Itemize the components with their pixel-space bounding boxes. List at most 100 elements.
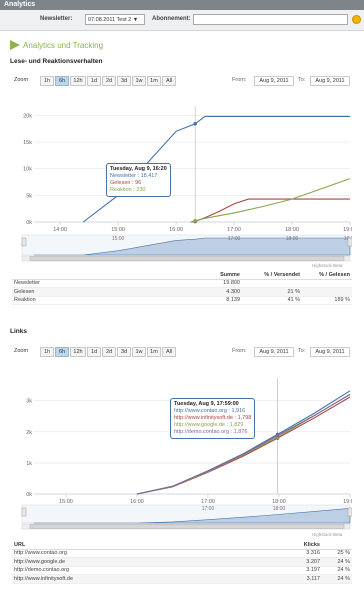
series-line[interactable] xyxy=(190,198,350,223)
zoom-controls-reading: Zoom 1h 6h 12h 1d 2d 3d 1w 1m All From: Aug 9, 2… xyxy=(14,76,354,86)
page-heading: Analytics und Tracking xyxy=(10,39,103,52)
col-header xyxy=(322,541,352,550)
tooltip-line: http://demo.contao.org : 1,876 xyxy=(174,429,248,435)
section-links-title: Links xyxy=(10,328,27,335)
zoom-button-1m[interactable]: 1m xyxy=(147,347,161,357)
tooltip-title: Tuesday, Aug 9, 17:59:00 xyxy=(174,401,239,407)
arrow-right-icon xyxy=(10,39,20,50)
navigator-handle[interactable] xyxy=(21,237,27,247)
cell-pct: 25 % xyxy=(322,549,352,558)
y-tick-label: 20k xyxy=(23,113,32,119)
navigator-tick-label: 18:00 xyxy=(273,506,286,512)
x-tick-label: 16:00 xyxy=(169,227,183,233)
chart-tooltip-links: Tuesday, Aug 9, 17:59:00 http://www.cont… xyxy=(170,398,256,439)
navigator-handle[interactable] xyxy=(21,507,27,517)
from-date-input[interactable]: Aug 9, 2011 xyxy=(254,347,294,357)
zoom-button-1h[interactable]: 1h xyxy=(40,76,54,86)
cell-pct-read: 189 % xyxy=(302,296,352,305)
table-row: http://demo.contao.org 3.197 24 % xyxy=(12,566,352,575)
cell-pct-sent: 41 % xyxy=(242,296,302,305)
x-tick-label: 14:00 xyxy=(53,227,67,233)
series-line[interactable] xyxy=(190,178,351,223)
tooltip-title: Tuesday, Aug 9, 16:20 xyxy=(110,166,167,172)
navigator-tick-label: 15:00 xyxy=(112,236,125,242)
zoom-button-All[interactable]: All xyxy=(162,347,176,357)
zoom-button-3d[interactable]: 3d xyxy=(117,76,131,86)
navigator-tick-label: 18:00 xyxy=(286,236,299,242)
zoom-button-1m[interactable]: 1m xyxy=(147,76,161,86)
cell-pct-read xyxy=(302,279,352,288)
cell-clicks: 3.316 xyxy=(262,549,322,558)
y-tick-label: 5k xyxy=(26,193,32,199)
tooltip-line: http://www.contao.org : 1,916 xyxy=(174,408,246,414)
data-point-marker xyxy=(193,121,197,126)
scrollbar-thumb[interactable] xyxy=(29,256,345,261)
zoom-button-6h[interactable]: 6h xyxy=(55,347,69,357)
chart-svg: 0k 5k 10k 15k 20k 14:00 15:00 16:00 17:00 18:00 19… xyxy=(21,106,352,262)
table-row: Gelesen 4.300 21 % xyxy=(12,287,352,297)
cell-url[interactable]: http://demo.contao.org xyxy=(12,566,262,575)
col-header xyxy=(12,271,182,280)
col-header: Klicks xyxy=(262,541,322,550)
col-header: Summe xyxy=(182,271,242,280)
cell-pct-read xyxy=(302,287,352,297)
subscription-label: Abonnement: xyxy=(152,16,191,22)
from-date-input[interactable]: Aug 9, 2011 xyxy=(254,76,294,86)
refresh-icon[interactable] xyxy=(352,15,361,24)
x-tick-label: 18:00 xyxy=(272,499,286,505)
to-label: To: xyxy=(298,77,306,83)
chart-tooltip-reading: Tuesday, Aug 9, 16:20 Newsletter : 18,41… xyxy=(106,163,171,197)
zoom-button-1d[interactable]: 1d xyxy=(87,347,101,357)
links-chart[interactable]: 0k 1k 2k 3k 15:00 16:00 17:00 18:00 19:00 17:00 18… xyxy=(12,362,352,537)
x-tick-label: 18:00 xyxy=(285,227,299,233)
reading-chart[interactable]: 0k 5k 10k 15k 20k 14:00 15:00 16:00 17:00 18:00 19… xyxy=(12,90,352,270)
cell-sum: 19.800 xyxy=(182,279,242,288)
zoom-button-6h[interactable]: 6h xyxy=(55,76,69,86)
cell-pct-sent xyxy=(242,279,302,288)
zoom-button-1w[interactable]: 1w xyxy=(132,347,146,357)
y-tick-label: 2k xyxy=(26,430,32,436)
zoom-button-1w[interactable]: 1w xyxy=(132,76,146,86)
row-label: Newsletter xyxy=(12,279,182,288)
tooltip-line: Newsletter : 18,417 xyxy=(110,173,158,179)
zoom-button-1h[interactable]: 1h xyxy=(40,347,54,357)
zoom-button-12h[interactable]: 12h xyxy=(70,347,86,357)
navigator-handle[interactable] xyxy=(347,237,352,247)
x-tick-label: 17:00 xyxy=(227,227,241,233)
zoom-button-1d[interactable]: 1d xyxy=(87,76,101,86)
zoom-button-12h[interactable]: 12h xyxy=(70,76,86,86)
zoom-button-All[interactable]: All xyxy=(162,76,176,86)
table-row: Newsletter 19.800 xyxy=(12,279,352,288)
zoom-button-3d[interactable]: 3d xyxy=(117,347,131,357)
cell-url[interactable]: http://www.infinitysoft.de xyxy=(12,574,262,584)
chart-svg: 0k 1k 2k 3k 15:00 16:00 17:00 18:00 19:00 17:00 18… xyxy=(21,378,352,530)
y-tick-label: 10k xyxy=(23,167,32,173)
cell-sum: 8.139 xyxy=(182,296,242,305)
scrollbar-thumb[interactable] xyxy=(29,524,345,529)
window-title: Analytics xyxy=(0,0,364,10)
zoom-button-2d[interactable]: 2d xyxy=(102,76,116,86)
x-tick-label: 19:00 xyxy=(343,227,352,233)
y-tick-label: 1k xyxy=(26,461,32,467)
to-date-input[interactable]: Aug 9, 2011 xyxy=(310,76,350,86)
table-row: Reaktion 8.139 41 % 189 % xyxy=(12,296,352,305)
subscription-input[interactable] xyxy=(193,14,348,25)
x-tick-label: 16:00 xyxy=(130,499,144,505)
cell-pct-sent: 21 % xyxy=(242,287,302,297)
row-label: Reaktion xyxy=(12,296,182,305)
newsletter-select[interactable]: 07.08.2011 Test 2 ▼ xyxy=(85,14,145,25)
cell-pct: 24 % xyxy=(322,574,352,584)
to-date-input[interactable]: Aug 9, 2011 xyxy=(310,347,350,357)
zoom-controls-links: Zoom 1h 6h 12h 1d 2d 3d 1w 1m All From: Aug 9, 2… xyxy=(14,347,354,357)
cell-sum: 4.300 xyxy=(182,287,242,297)
table-row: http://www.google.de 3.207 24 % xyxy=(12,557,352,567)
cell-url[interactable]: http://www.google.de xyxy=(12,557,262,567)
tooltip-line: Gelesen : 96 xyxy=(110,180,142,186)
cell-clicks: 3.197 xyxy=(262,566,322,575)
zoom-button-2d[interactable]: 2d xyxy=(102,347,116,357)
cell-url[interactable]: http://www.contao.org xyxy=(12,549,262,558)
navigator-tick-label: 17:00 xyxy=(202,506,215,512)
navigator-handle[interactable] xyxy=(347,507,352,517)
x-tick-label: 19:00 xyxy=(343,499,352,505)
filter-toolbar: Newsletter: 07.08.2011 Test 2 ▼ Abonneme… xyxy=(0,10,364,31)
